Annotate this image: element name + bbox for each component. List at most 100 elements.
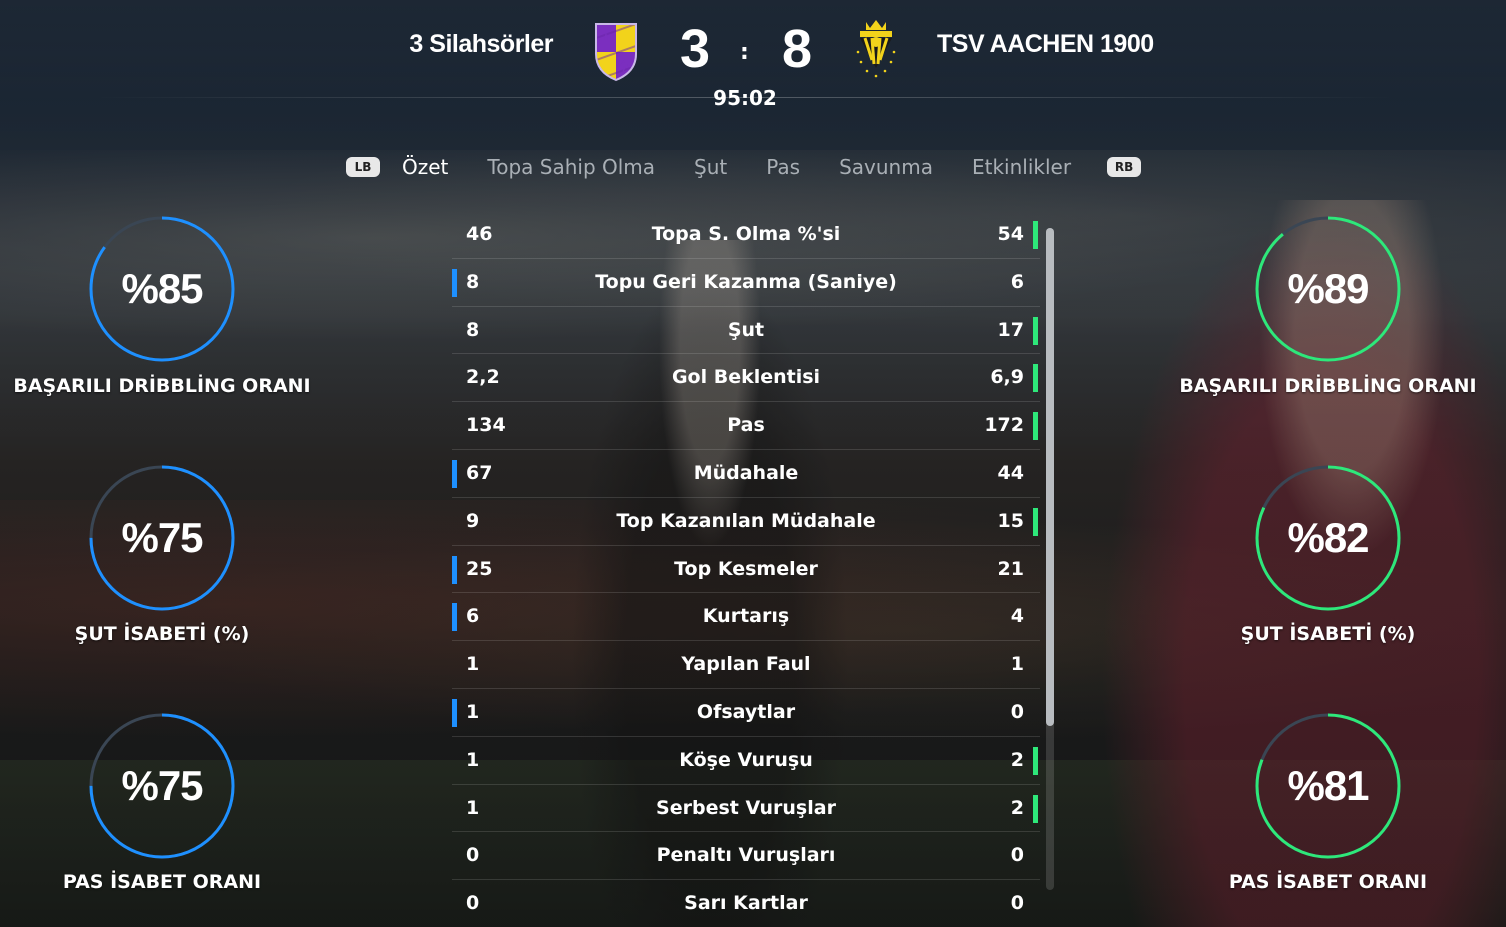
stat-row: 0 Penaltı Vuruşları 0 — [452, 832, 1040, 881]
stat-name: Gol Beklentisi — [671, 366, 821, 389]
stats-scrollbar[interactable] — [1046, 228, 1054, 890]
stat-home-value: 2,2 — [466, 366, 500, 389]
stat-name: Kurtarış — [702, 605, 790, 628]
stat-home-value: 134 — [466, 414, 506, 437]
stat-name: Sarı Kartlar — [684, 892, 808, 915]
match-clock: 95:02 — [713, 86, 777, 110]
home-leader-bar — [452, 459, 457, 488]
stat-name: Penaltı Vuruşları — [656, 844, 836, 867]
stat-home-value: 0 — [466, 844, 480, 867]
stat-away-value: 6,9 — [990, 366, 1024, 389]
tab-possession[interactable]: Topa Sahip Olma — [487, 155, 655, 179]
home-leader-bar — [452, 268, 457, 297]
stat-away-value: 0 — [1010, 844, 1024, 867]
stat-away-value: 4 — [1010, 605, 1024, 628]
stat-row: 1 Köşe Vuruşu 2 — [452, 737, 1040, 785]
stat-home-value: 6 — [466, 605, 480, 628]
stat-name: Topu Geri Kazanma (Saniye) — [595, 270, 897, 293]
stat-away-value: 2 — [1010, 796, 1024, 819]
stat-away-value: 21 — [997, 557, 1024, 580]
ring-value: %82 — [1287, 514, 1369, 561]
stat-away-value: 44 — [997, 461, 1024, 484]
stat-row: 9 Top Kazanılan Müdahale 15 — [452, 498, 1040, 546]
stat-row: 25 Top Kesmeler 21 — [452, 546, 1040, 594]
ring-value: %75 — [121, 514, 203, 561]
tab-passing[interactable]: Pas — [766, 155, 800, 179]
stat-row: 134 Pas 172 — [452, 402, 1040, 450]
ring-label: ŞUT İSABETİ (%) — [1240, 623, 1416, 645]
stat-away-value: 0 — [1010, 700, 1024, 723]
stat-home-value: 1 — [466, 748, 480, 771]
home-shot-accuracy-ring: %75 — [87, 463, 237, 613]
away-leader-bar — [1033, 316, 1038, 345]
stat-row: 46 Topa S. Olma %'si 54 — [452, 211, 1040, 259]
stat-home-value: 67 — [466, 461, 493, 484]
stat-away-value: 6 — [1010, 270, 1024, 293]
away-team-name: TSV AACHEN 1900 — [937, 30, 1154, 58]
stat-row: 8 Şut 17 — [452, 307, 1040, 355]
stat-away-value: 0 — [1010, 892, 1024, 915]
stat-away-value: 17 — [997, 318, 1024, 341]
stat-home-value: 8 — [466, 318, 480, 341]
away-leader-bar — [1033, 364, 1038, 393]
stat-name: Top Kesmeler — [674, 557, 818, 580]
stat-home-value: 1 — [466, 700, 480, 723]
stat-name: Yapılan Faul — [681, 653, 811, 676]
stat-row: 6 Kurtarış 4 — [452, 593, 1040, 642]
score-separator: : — [740, 40, 749, 65]
away-crest-icon — [856, 20, 896, 78]
ring-label: PAS İSABET ORANI — [62, 871, 262, 893]
away-pass-accuracy-ring: %81 — [1253, 711, 1403, 861]
stat-name: Topa S. Olma %'si — [651, 223, 841, 245]
stats-tab-bar: LB Özet Topa Sahip Olma Şut Pas Savunma … — [346, 150, 1142, 184]
away-leader-bar — [1033, 507, 1038, 536]
stat-away-value: 172 — [984, 414, 1024, 437]
stat-home-value: 25 — [466, 557, 493, 580]
stat-row: 67 Müdahale 44 — [452, 450, 1040, 498]
ring-value: %81 — [1287, 762, 1369, 809]
ring-value: %89 — [1287, 265, 1369, 312]
away-leader-bar — [1033, 746, 1038, 775]
stat-away-value: 54 — [997, 223, 1024, 245]
lb-button-icon[interactable]: LB — [346, 157, 380, 177]
tab-shots[interactable]: Şut — [694, 155, 727, 179]
ring-value: %85 — [121, 265, 203, 312]
ring-value: %75 — [121, 762, 203, 809]
stat-name: Müdahale — [693, 461, 799, 484]
stat-row: 2,2 Gol Beklentisi 6,9 — [452, 354, 1040, 403]
away-leader-bar — [1033, 412, 1038, 441]
stat-row: 1 Serbest Vuruşlar 2 — [452, 785, 1040, 833]
stat-home-value: 0 — [466, 892, 480, 915]
stat-row: 8 Topu Geri Kazanma (Saniye) 6 — [452, 259, 1040, 307]
tab-summary[interactable]: Özet — [402, 155, 448, 179]
stat-name: Köşe Vuruşu — [679, 748, 813, 771]
ring-label: BAŞARILI DRİBBLİNG ORANI — [13, 375, 311, 397]
home-leader-bar — [452, 698, 457, 727]
stat-name: Şut — [727, 318, 765, 341]
tab-defending[interactable]: Savunma — [839, 155, 933, 179]
ring-label: ŞUT İSABETİ (%) — [74, 623, 250, 645]
stat-home-value: 1 — [466, 653, 480, 676]
home-pass-accuracy-ring: %75 — [87, 711, 237, 861]
stat-home-value: 1 — [466, 796, 480, 819]
home-team-name: 3 Silahsörler — [409, 30, 553, 58]
stat-name: Pas — [727, 414, 765, 437]
home-leader-bar — [452, 555, 457, 584]
stat-name: Ofsaytlar — [696, 700, 796, 723]
ring-label: BAŞARILI DRİBBLİNG ORANI — [1179, 375, 1477, 397]
stat-away-value: 2 — [1010, 748, 1024, 771]
stat-name: Serbest Vuruşlar — [656, 796, 836, 819]
ring-label: PAS İSABET ORANI — [1228, 871, 1428, 893]
stat-home-value: 9 — [466, 509, 480, 532]
tab-events[interactable]: Etkinlikler — [972, 155, 1071, 179]
scroll-thumb[interactable] — [1046, 228, 1054, 726]
away-leader-bar — [1033, 221, 1038, 249]
stat-row: 0 Sarı Kartlar 0 — [452, 880, 1040, 927]
home-score: 3 — [680, 19, 711, 79]
stat-home-value: 46 — [466, 223, 493, 245]
stat-row: 1 Ofsaytlar 0 — [452, 689, 1040, 737]
stat-away-value: 1 — [1010, 653, 1024, 676]
rb-button-icon[interactable]: RB — [1107, 157, 1142, 177]
away-dribble-ring: %89 — [1253, 214, 1403, 364]
home-dribble-ring: %85 — [87, 214, 237, 364]
